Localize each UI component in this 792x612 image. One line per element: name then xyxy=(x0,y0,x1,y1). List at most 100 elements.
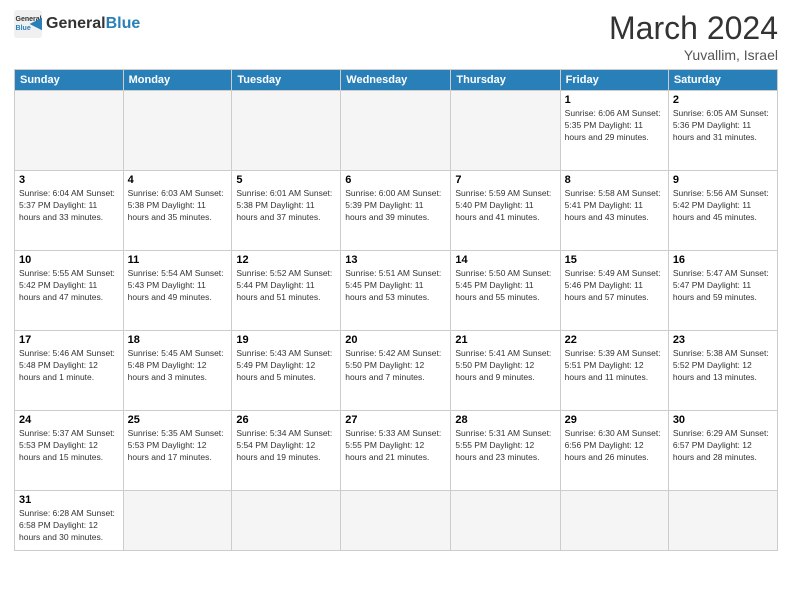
logo-icon: General Blue xyxy=(14,10,42,38)
day-info: Sunrise: 5:31 AM Sunset: 5:55 PM Dayligh… xyxy=(455,428,555,464)
day-info: Sunrise: 5:46 AM Sunset: 5:48 PM Dayligh… xyxy=(19,348,119,384)
day-number: 20 xyxy=(345,334,446,346)
table-row xyxy=(232,491,341,551)
day-info: Sunrise: 5:38 AM Sunset: 5:52 PM Dayligh… xyxy=(673,348,773,384)
table-row: 9Sunrise: 5:56 AM Sunset: 5:42 PM Daylig… xyxy=(668,171,777,251)
table-row xyxy=(15,91,124,171)
day-number: 31 xyxy=(19,494,119,506)
header-wednesday: Wednesday xyxy=(341,70,451,91)
day-info: Sunrise: 6:05 AM Sunset: 5:36 PM Dayligh… xyxy=(673,108,773,144)
day-info: Sunrise: 5:42 AM Sunset: 5:50 PM Dayligh… xyxy=(345,348,446,384)
day-info: Sunrise: 5:49 AM Sunset: 5:46 PM Dayligh… xyxy=(565,268,664,304)
day-info: Sunrise: 5:54 AM Sunset: 5:43 PM Dayligh… xyxy=(128,268,228,304)
day-number: 15 xyxy=(565,254,664,266)
table-row: 20 Sunrise: 5:42 AM Sunset: 5:50 PM Dayli… xyxy=(341,331,451,411)
day-number: 28 xyxy=(455,414,555,426)
day-info: Sunrise: 6:03 AM Sunset: 5:38 PM Dayligh… xyxy=(128,188,228,224)
day-number: 7 xyxy=(455,174,555,186)
table-row: 26 Sunrise: 5:34 AM Sunset: 5:54 PM Dayli… xyxy=(232,411,341,491)
day-number: 27 xyxy=(345,414,446,426)
table-row: 1 Sunrise: 6:06 AM Sunset: 5:35 PM Daylig… xyxy=(560,91,668,171)
table-row: 6 Sunrise: 6:00 AM Sunset: 5:39 PM Daylig… xyxy=(341,171,451,251)
logo-blue: Blue xyxy=(106,15,141,32)
header-saturday: Saturday xyxy=(668,70,777,91)
table-row xyxy=(560,491,668,551)
table-row: 13 Sunrise: 5:51 AM Sunset: 5:45 PM Dayli… xyxy=(341,251,451,331)
table-row: 15 Sunrise: 5:49 AM Sunset: 5:46 PM Dayli… xyxy=(560,251,668,331)
day-number: 6 xyxy=(345,174,446,186)
day-number: 24 xyxy=(19,414,119,426)
table-row: 30 Sunrise: 6:29 AM Sunset: 6:57 PM Dayli… xyxy=(668,411,777,491)
table-row: 11 Sunrise: 5:54 AM Sunset: 5:43 PM Dayli… xyxy=(123,251,232,331)
day-number: 3 xyxy=(19,174,119,186)
header-thursday: Thursday xyxy=(451,70,560,91)
day-info: Sunrise: 5:34 AM Sunset: 5:54 PM Dayligh… xyxy=(236,428,336,464)
table-row: 3 Sunrise: 6:04 AM Sunset: 5:37 PM Daylig… xyxy=(15,171,124,251)
day-info: Sunrise: 5:35 AM Sunset: 5:53 PM Dayligh… xyxy=(128,428,228,464)
day-info: Sunrise: 5:33 AM Sunset: 5:55 PM Dayligh… xyxy=(345,428,446,464)
header-friday: Friday xyxy=(560,70,668,91)
day-number: 23 xyxy=(673,334,773,346)
table-row: 14Sunrise: 5:50 AM Sunset: 5:45 PM Dayli… xyxy=(451,251,560,331)
table-row: 25 Sunrise: 5:35 AM Sunset: 5:53 PM Dayli… xyxy=(123,411,232,491)
table-row: 12 Sunrise: 5:52 AM Sunset: 5:44 PM Dayli… xyxy=(232,251,341,331)
logo: General Blue GeneralBlue xyxy=(14,10,140,38)
day-number: 1 xyxy=(565,94,664,106)
day-info: Sunrise: 5:51 AM Sunset: 5:45 PM Dayligh… xyxy=(345,268,446,304)
table-row xyxy=(451,491,560,551)
table-row: 2Sunrise: 6:05 AM Sunset: 5:36 PM Daylig… xyxy=(668,91,777,171)
table-row xyxy=(232,91,341,171)
calendar: Sunday Monday Tuesday Wednesday Thursday… xyxy=(14,69,778,551)
day-number: 12 xyxy=(236,254,336,266)
day-number: 26 xyxy=(236,414,336,426)
table-row: 18 Sunrise: 5:45 AM Sunset: 5:48 PM Dayli… xyxy=(123,331,232,411)
day-number: 25 xyxy=(128,414,228,426)
table-row: 29Sunrise: 6:30 AM Sunset: 6:56 PM Dayli… xyxy=(560,411,668,491)
table-row xyxy=(123,491,232,551)
day-number: 16 xyxy=(673,254,773,266)
table-row: 5 Sunrise: 6:01 AM Sunset: 5:38 PM Daylig… xyxy=(232,171,341,251)
day-number: 4 xyxy=(128,174,228,186)
day-info: Sunrise: 5:45 AM Sunset: 5:48 PM Dayligh… xyxy=(128,348,228,384)
month-year-title: March 2024 xyxy=(609,10,778,47)
logo-general: General xyxy=(46,15,106,32)
table-row: 23 Sunrise: 5:38 AM Sunset: 5:52 PM Dayli… xyxy=(668,331,777,411)
day-info: Sunrise: 5:59 AM Sunset: 5:40 PM Dayligh… xyxy=(455,188,555,224)
day-number: 8 xyxy=(565,174,664,186)
day-number: 29 xyxy=(565,414,664,426)
day-number: 10 xyxy=(19,254,119,266)
table-row xyxy=(451,91,560,171)
table-row: 24 Sunrise: 5:37 AM Sunset: 5:53 PM Dayli… xyxy=(15,411,124,491)
day-info: Sunrise: 6:06 AM Sunset: 5:35 PM Dayligh… xyxy=(565,108,664,144)
day-info: Sunrise: 5:52 AM Sunset: 5:44 PM Dayligh… xyxy=(236,268,336,304)
table-row: 10Sunrise: 5:55 AM Sunset: 5:42 PM Dayli… xyxy=(15,251,124,331)
day-info: Sunrise: 6:04 AM Sunset: 5:37 PM Dayligh… xyxy=(19,188,119,224)
day-number: 14 xyxy=(455,254,555,266)
day-info: Sunrise: 5:43 AM Sunset: 5:49 PM Dayligh… xyxy=(236,348,336,384)
day-number: 13 xyxy=(345,254,446,266)
table-row xyxy=(341,491,451,551)
day-info: Sunrise: 5:58 AM Sunset: 5:41 PM Dayligh… xyxy=(565,188,664,224)
day-info: Sunrise: 5:41 AM Sunset: 5:50 PM Dayligh… xyxy=(455,348,555,384)
header-sunday: Sunday xyxy=(15,70,124,91)
table-row xyxy=(341,91,451,171)
table-row: 7 Sunrise: 5:59 AM Sunset: 5:40 PM Daylig… xyxy=(451,171,560,251)
day-info: Sunrise: 6:01 AM Sunset: 5:38 PM Dayligh… xyxy=(236,188,336,224)
day-info: Sunrise: 6:29 AM Sunset: 6:57 PM Dayligh… xyxy=(673,428,773,464)
day-number: 18 xyxy=(128,334,228,346)
location-text: Yuvallim, Israel xyxy=(609,47,778,63)
day-number: 5 xyxy=(236,174,336,186)
table-row: 31Sunrise: 6:28 AM Sunset: 6:58 PM Dayli… xyxy=(15,491,124,551)
table-row: 4 Sunrise: 6:03 AM Sunset: 5:38 PM Daylig… xyxy=(123,171,232,251)
day-number: 17 xyxy=(19,334,119,346)
header-monday: Monday xyxy=(123,70,232,91)
day-number: 30 xyxy=(673,414,773,426)
table-row: 28 Sunrise: 5:31 AM Sunset: 5:55 PM Dayli… xyxy=(451,411,560,491)
day-number: 19 xyxy=(236,334,336,346)
day-number: 11 xyxy=(128,254,228,266)
table-row: 19 Sunrise: 5:43 AM Sunset: 5:49 PM Dayli… xyxy=(232,331,341,411)
table-row: 16Sunrise: 5:47 AM Sunset: 5:47 PM Dayli… xyxy=(668,251,777,331)
day-info: Sunrise: 6:00 AM Sunset: 5:39 PM Dayligh… xyxy=(345,188,446,224)
weekday-header-row: Sunday Monday Tuesday Wednesday Thursday… xyxy=(15,70,778,91)
day-info: Sunrise: 5:37 AM Sunset: 5:53 PM Dayligh… xyxy=(19,428,119,464)
